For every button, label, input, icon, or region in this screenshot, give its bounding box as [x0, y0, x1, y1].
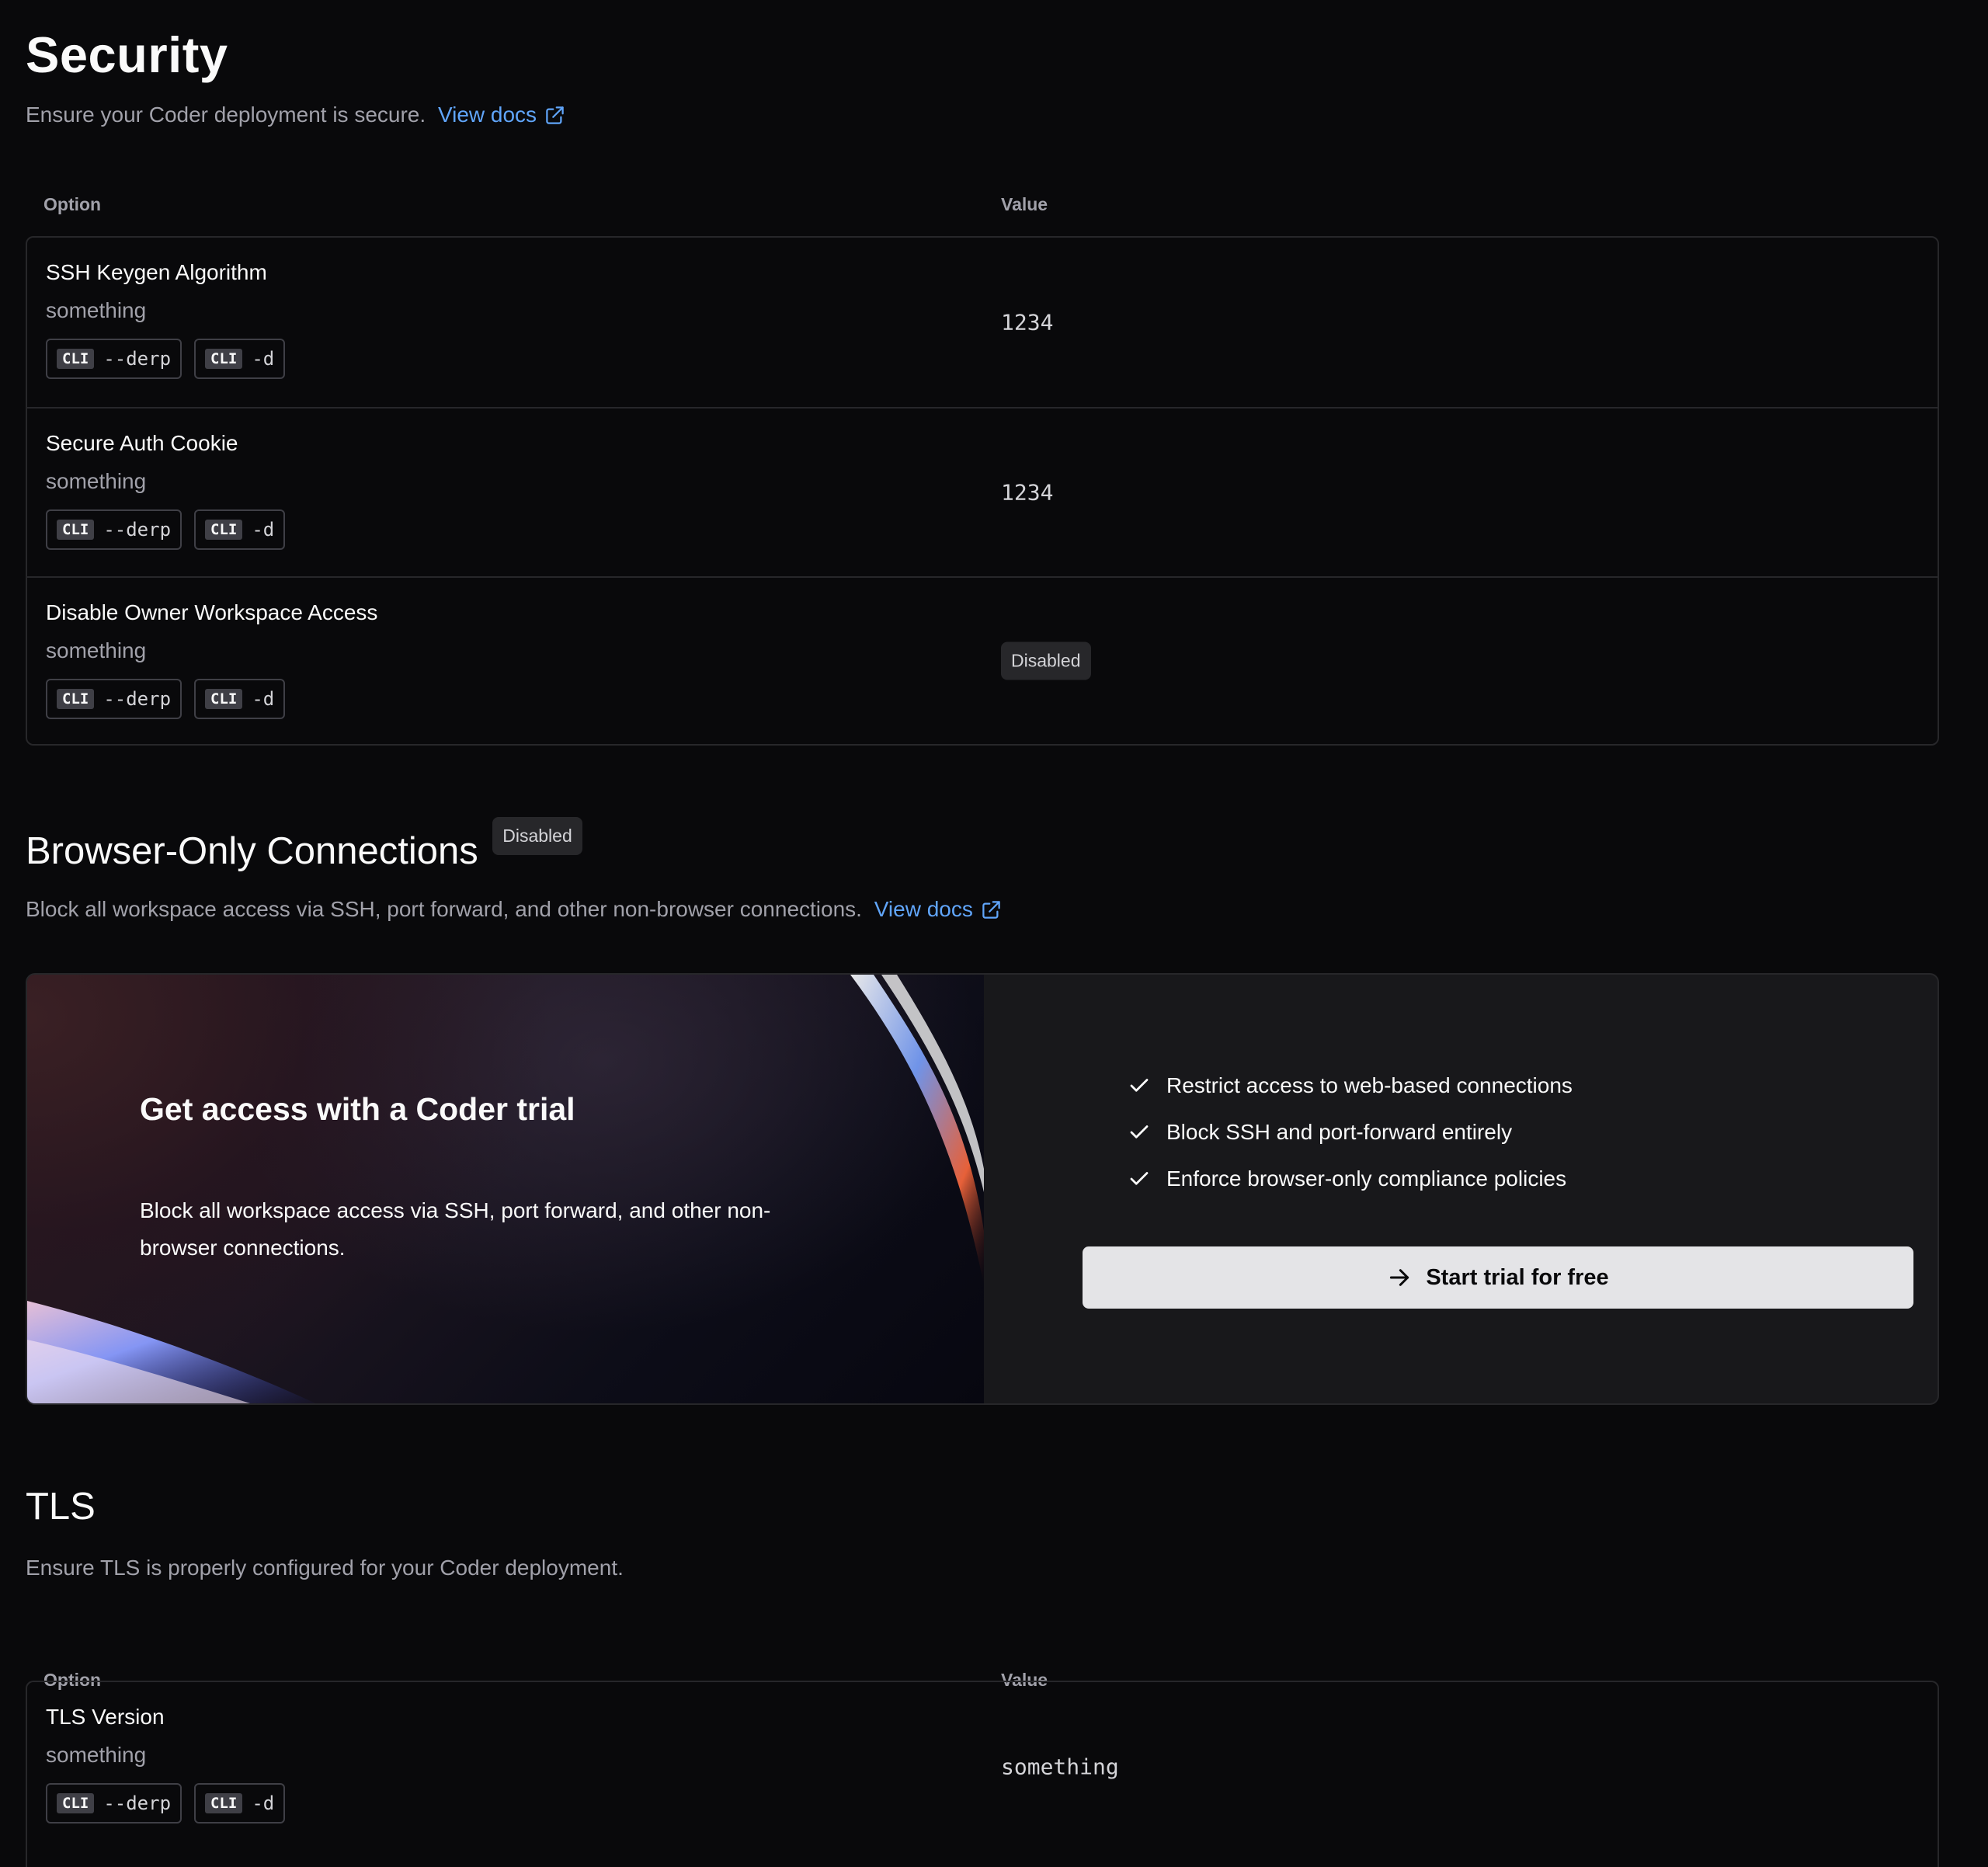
option-description: something	[46, 638, 147, 662]
cli-flag: CLI -d	[194, 509, 286, 550]
browser-only-description-line: Block all workspace access via SSH, port…	[26, 895, 1939, 923]
external-link-icon	[546, 106, 564, 124]
flag-text: -d	[252, 1792, 275, 1814]
feature-item: Enforce browser-only compliance policies	[1128, 1166, 1566, 1191]
cli-flag: CLI --derp	[46, 339, 182, 379]
cli-flag: CLI -d	[194, 1783, 286, 1824]
arrow-right-icon	[1390, 1269, 1409, 1286]
external-link-icon	[982, 900, 1000, 919]
tls-options-table: TLS Version something CLI --derp CLI -d so…	[26, 1681, 1939, 1867]
option-value: 1234	[1001, 309, 1054, 336]
cli-flag: CLI --derp	[46, 679, 182, 719]
option-flags: CLI --derp CLI -d	[46, 1783, 286, 1824]
flag-text: --derp	[103, 519, 172, 541]
cli-tag: CLI	[205, 689, 243, 709]
check-icon	[1130, 1079, 1149, 1092]
start-trial-label: Start trial for free	[1426, 1264, 1609, 1290]
feature-label: Restrict access to web-based connections	[1166, 1073, 1573, 1097]
security-description-line: Ensure your Coder deployment is secure. …	[26, 101, 1939, 129]
option-flags: CLI --derp CLI -d	[46, 339, 286, 379]
promo-features-panel: Restrict access to web-based connections…	[984, 975, 1938, 1403]
column-value-header: Value	[1001, 194, 1048, 214]
option-flags: CLI --derp CLI -d	[46, 679, 286, 719]
browser-only-section: Browser-Only Connections Disabled Block …	[26, 817, 1939, 923]
status-badge: Disabled	[492, 817, 582, 855]
cli-tag: CLI	[57, 520, 95, 540]
cli-flag: CLI -d	[194, 679, 286, 719]
option-name: TLS Version	[46, 1705, 165, 1729]
browser-only-title-line: Browser-Only Connections Disabled	[26, 817, 1939, 871]
feature-label: Enforce browser-only compliance policies	[1166, 1166, 1567, 1191]
flag-text: --derp	[103, 348, 172, 370]
security-section: Security Ensure your Coder deployment is…	[26, 30, 1939, 129]
cli-tag: CLI	[57, 1793, 95, 1813]
browser-only-title: Browser-Only Connections	[26, 830, 478, 872]
security-title: Security	[26, 26, 228, 83]
option-value: 1234	[1001, 479, 1054, 506]
flag-text: --derp	[103, 1792, 172, 1814]
option-name: Disable Owner Workspace Access	[46, 600, 378, 624]
check-icon	[1130, 1172, 1149, 1185]
option-description: something	[46, 298, 147, 322]
cli-flag: CLI -d	[194, 339, 286, 379]
security-description: Ensure your Coder deployment is secure.	[26, 103, 426, 127]
feature-item: Block SSH and port-forward entirely	[1128, 1120, 1512, 1145]
promo-artwork-panel: Get access with a Coder trial Block all …	[27, 975, 984, 1403]
option-name: SSH Keygen Algorithm	[46, 260, 267, 284]
cli-tag: CLI	[205, 1793, 243, 1813]
light-streak-artwork	[27, 975, 984, 1403]
tls-title: TLS	[26, 1486, 96, 1528]
option-value: Disabled	[1001, 641, 1091, 680]
table-row: Secure Auth Cookie something CLI --derp C…	[27, 407, 1938, 576]
option-name: Secure Auth Cookie	[46, 431, 238, 455]
table-row: Disable Owner Workspace Access something…	[27, 576, 1938, 744]
flag-text: -d	[252, 688, 275, 710]
option-value: something	[1001, 1754, 1119, 1780]
cli-flag: CLI --derp	[46, 1783, 182, 1824]
security-options-table: SSH Keygen Algorithm something CLI --derp…	[26, 236, 1939, 746]
browser-only-docs-link-label: View docs	[874, 897, 973, 921]
flag-text: -d	[252, 519, 275, 541]
tls-description: Ensure TLS is properly configured for yo…	[26, 1556, 624, 1580]
column-option-header: Option	[43, 194, 102, 214]
promo-title: Get access with a Coder trial	[140, 1091, 575, 1127]
cli-tag: CLI	[205, 520, 243, 540]
feature-item: Restrict access to web-based connections	[1128, 1073, 1573, 1098]
browser-only-docs-link[interactable]: View docs	[874, 895, 1002, 923]
table-row: SSH Keygen Algorithm something CLI --derp…	[27, 238, 1938, 407]
option-flags: CLI --derp CLI -d	[46, 509, 286, 550]
flag-text: --derp	[103, 688, 172, 710]
table-row: TLS Version something CLI --derp CLI -d so…	[27, 1682, 1938, 1851]
flag-text: -d	[252, 348, 275, 370]
security-docs-link-label: View docs	[437, 103, 537, 127]
cli-tag: CLI	[57, 349, 95, 369]
status-badge: Disabled	[1001, 641, 1091, 680]
start-trial-button[interactable]: Start trial for free	[1083, 1246, 1913, 1309]
security-table-header: Option Value	[26, 194, 1939, 225]
cli-tag: CLI	[57, 689, 95, 709]
feature-label: Block SSH and port-forward entirely	[1166, 1120, 1513, 1144]
deployment-settings-page: Security Ensure your Coder deployment is…	[0, 0, 1988, 1867]
trial-promo-card: Get access with a Coder trial Block all …	[26, 973, 1939, 1405]
cli-flag: CLI --derp	[46, 509, 182, 550]
promo-text: Block all workspace access via SSH, port…	[140, 1198, 771, 1260]
check-icon	[1130, 1125, 1149, 1139]
tls-section: TLS Ensure TLS is properly configured fo…	[26, 1488, 1939, 1582]
browser-only-description: Block all workspace access via SSH, port…	[26, 897, 862, 921]
cli-tag: CLI	[205, 349, 243, 369]
security-docs-link[interactable]: View docs	[438, 101, 565, 129]
option-description: something	[46, 469, 147, 493]
option-description: something	[46, 1743, 147, 1767]
